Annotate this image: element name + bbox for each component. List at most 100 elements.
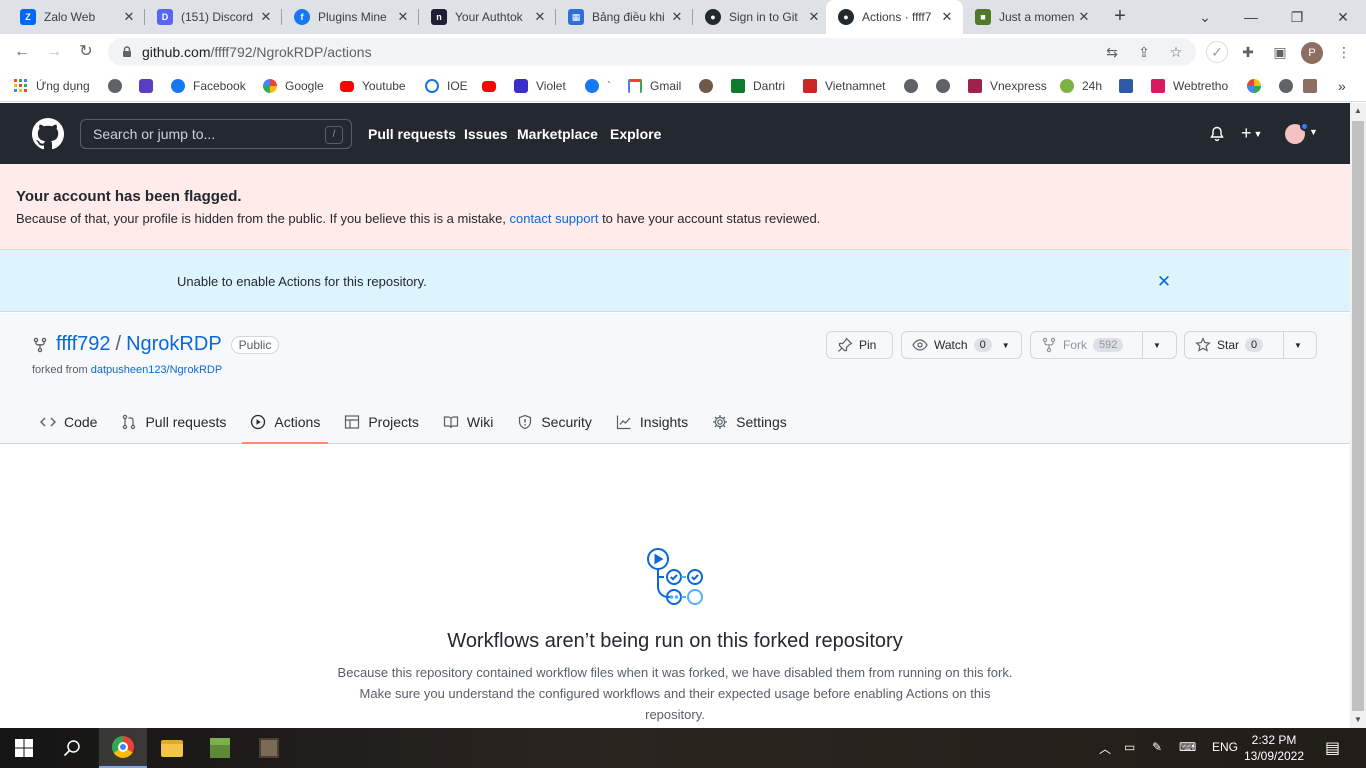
browser-tab[interactable]: Z Zalo Web ✕: [8, 0, 145, 34]
bookmark-apps[interactable]: Ứng dụng: [14, 77, 90, 95]
github-logo-icon[interactable]: [32, 118, 64, 150]
close-icon[interactable]: ✕: [806, 9, 822, 25]
nav-explore[interactable]: Explore: [610, 126, 661, 142]
close-icon[interactable]: ✕: [939, 9, 955, 25]
clock[interactable]: 2:32 PM 13/09/2022: [1236, 732, 1312, 764]
nav-pull-requests[interactable]: Pull requests: [368, 126, 456, 142]
bookmark-globe-2[interactable]: [904, 77, 926, 95]
close-icon[interactable]: ✕: [1076, 9, 1092, 25]
taskbar-minecraft[interactable]: [196, 728, 244, 768]
search-input[interactable]: Search or jump to... /: [80, 119, 352, 149]
close-icon[interactable]: ✕: [1156, 273, 1172, 290]
bookmark-vietnamnet[interactable]: Vietnamnet: [803, 77, 886, 95]
tab-pull-requests[interactable]: Pull requests: [113, 401, 234, 443]
tray-overflow-icon[interactable]: ︿: [1099, 740, 1111, 757]
bookmark-violet[interactable]: Violet: [514, 77, 566, 95]
close-icon[interactable]: ✕: [532, 9, 548, 25]
bookmark-site-2[interactable]: [699, 77, 721, 95]
omnibox[interactable]: github.com/ffff792/NgrokRDP/actions: [108, 38, 1196, 66]
close-icon[interactable]: ✕: [121, 9, 137, 25]
pen-icon[interactable]: ✎: [1152, 740, 1162, 754]
bookmark-ioe[interactable]: IOE: [425, 77, 468, 95]
bookmark-globe-4[interactable]: [1279, 77, 1301, 95]
forward-button[interactable]: →: [42, 40, 66, 64]
star-button[interactable]: Star 0 ▼: [1184, 331, 1317, 359]
nav-marketplace[interactable]: Marketplace: [517, 126, 598, 142]
bell-icon[interactable]: [1209, 126, 1225, 142]
tab-actions[interactable]: Actions: [242, 401, 329, 444]
bookmark-star-icon[interactable]: ☆: [1166, 42, 1186, 62]
bookmark-google[interactable]: Google: [263, 77, 324, 95]
bookmarks-overflow-button[interactable]: »: [1338, 77, 1346, 95]
tab-code[interactable]: Code: [32, 401, 105, 443]
lock-icon[interactable]: [120, 45, 134, 59]
contact-support-link[interactable]: contact support: [510, 211, 599, 226]
close-icon[interactable]: ✕: [258, 9, 274, 25]
bookmark-site[interactable]: [139, 77, 161, 95]
bookmark-vnexpress[interactable]: Vnexpress: [968, 77, 1047, 95]
notifications-icon[interactable]: ▤: [1325, 738, 1340, 758]
translate-icon[interactable]: ⇆: [1102, 42, 1122, 62]
extensions-puzzle-icon[interactable]: ✚: [1238, 42, 1258, 62]
scroll-down-arrow-icon[interactable]: ▼: [1354, 715, 1362, 724]
browser-tab-active[interactable]: ● Actions · ffff7 ✕: [826, 0, 963, 34]
keyboard-icon[interactable]: ⌨: [1179, 740, 1196, 754]
repo-owner-link[interactable]: ffff792: [56, 333, 111, 356]
tab-wiki[interactable]: Wiki: [435, 401, 501, 443]
bookmark-dantri[interactable]: Dantri: [731, 77, 785, 95]
taskbar-chrome[interactable]: [99, 728, 147, 768]
bookmark-site-3[interactable]: [1119, 77, 1141, 95]
tab-search-button[interactable]: ⌄: [1182, 0, 1228, 34]
fork-dropdown-chevron-icon[interactable]: ▼: [1142, 332, 1171, 358]
fork-button[interactable]: Fork 592 ▼: [1030, 331, 1177, 359]
language-indicator[interactable]: ENG: [1212, 740, 1238, 754]
menu-kebab-icon[interactable]: ⋮: [1334, 42, 1354, 62]
bookmark-globe[interactable]: [108, 77, 130, 95]
close-icon[interactable]: ✕: [395, 9, 411, 25]
back-button[interactable]: ←: [10, 40, 34, 64]
fork-source-link[interactable]: datpusheen123/NgrokRDP: [91, 364, 222, 376]
star-dropdown-chevron-icon[interactable]: ▼: [1283, 332, 1312, 358]
battery-icon[interactable]: ▭: [1124, 740, 1135, 754]
browser-tab[interactable]: ■ Just a momen ✕: [963, 0, 1100, 34]
check-extension-icon[interactable]: ✓: [1206, 41, 1228, 63]
tab-security[interactable]: Security: [509, 401, 600, 443]
side-panel-icon[interactable]: ▣: [1270, 42, 1290, 62]
browser-tab[interactable]: f Plugins Mine ✕: [282, 0, 419, 34]
tab-settings[interactable]: Settings: [704, 401, 795, 443]
close-window-button[interactable]: ✕: [1320, 0, 1366, 34]
tab-projects[interactable]: Projects: [336, 401, 427, 443]
browser-tab[interactable]: n Your Authtok ✕: [419, 0, 556, 34]
taskbar-launcher[interactable]: [245, 728, 293, 768]
search-button[interactable]: [48, 728, 96, 768]
minimize-button[interactable]: —: [1228, 0, 1274, 34]
pin-button[interactable]: Pin: [826, 331, 893, 359]
bookmark-gmail[interactable]: Gmail: [628, 77, 681, 95]
create-new-plus-icon[interactable]: + ▼: [1241, 123, 1262, 144]
bookmark-youtube-2[interactable]: [482, 77, 504, 95]
chevron-down-icon[interactable]: ▼: [1309, 127, 1318, 137]
browser-tab[interactable]: ▦ Bảng điều khi ✕: [556, 0, 693, 34]
scroll-up-arrow-icon[interactable]: ▲: [1354, 106, 1362, 115]
share-icon[interactable]: ⇪: [1134, 42, 1154, 62]
nav-issues[interactable]: Issues: [464, 126, 508, 142]
tab-insights[interactable]: Insights: [608, 401, 696, 443]
profile-avatar[interactable]: P: [1301, 42, 1323, 64]
bookmark-photos[interactable]: [1247, 77, 1269, 95]
browser-tab[interactable]: D (151) Discord ✕: [145, 0, 282, 34]
bookmark-image[interactable]: [1303, 77, 1325, 95]
scrollbar-thumb[interactable]: [1352, 121, 1364, 711]
bookmark-24h[interactable]: 24h: [1060, 77, 1102, 95]
browser-tab[interactable]: ● Sign in to Git ✕: [693, 0, 830, 34]
bookmark-globe-3[interactable]: [936, 77, 958, 95]
maximize-button[interactable]: ❐: [1274, 0, 1320, 34]
repo-name-link[interactable]: NgrokRDP: [126, 333, 222, 356]
new-tab-button[interactable]: +: [1108, 5, 1132, 29]
taskbar-file-explorer[interactable]: [148, 728, 196, 768]
bookmark-facebook[interactable]: Facebook: [171, 77, 246, 95]
start-button[interactable]: [0, 728, 48, 768]
watch-button[interactable]: Watch 0 ▼: [901, 331, 1022, 359]
reload-button[interactable]: ↻: [74, 40, 98, 64]
page-scrollbar[interactable]: ▲ ▼: [1350, 103, 1366, 728]
close-icon[interactable]: ✕: [669, 9, 685, 25]
